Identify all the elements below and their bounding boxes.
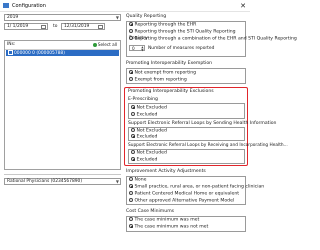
physician-select[interactable]: Rational Physicians (0234567890) ▼ xyxy=(4,178,121,185)
radio-label: Excluded xyxy=(136,157,158,163)
radio-label: Small practice, rural area, or non-patie… xyxy=(134,184,265,190)
list-item[interactable]: 000000 0 (000005788) xyxy=(6,50,119,56)
cost-case-label: Cost Case Minimums xyxy=(126,209,175,214)
radio-label: Excluded xyxy=(136,134,158,140)
e-prescribing-label: E-Prescribing xyxy=(128,97,158,102)
sending-health-info-label: Support Electronic Referral Loops by Sen… xyxy=(128,121,277,126)
radio-label: Not exempt from reporting xyxy=(134,70,197,76)
radio-dot xyxy=(131,105,135,109)
radio-eprescribing-excluded[interactable]: Excluded xyxy=(131,112,157,119)
radio-label: Patient Centered Medical Home or equival… xyxy=(134,191,240,197)
radio-label: The case minimum was met xyxy=(134,217,200,223)
radio-combination[interactable]: Reporting through a combination of the E… xyxy=(129,36,297,43)
year-value: 2019 xyxy=(7,15,19,20)
radio-dot xyxy=(131,112,135,116)
radio-dot xyxy=(129,70,133,74)
chevron-down-icon: ▼ xyxy=(115,15,119,20)
radio-label: Other approved Alternative Payment Model xyxy=(134,198,235,204)
id-list-header: INs: Select all xyxy=(5,41,120,50)
calendar-icon[interactable] xyxy=(98,25,103,29)
date-to-input[interactable]: 12/31/2019 xyxy=(61,23,105,30)
radio-label: Exempt from reporting xyxy=(134,77,187,83)
checkbox[interactable] xyxy=(8,50,13,55)
date-to-value: 12/31/2019 xyxy=(64,24,90,29)
divider xyxy=(4,174,121,175)
receiving-health-info-label: Support Electronic Referral Loops by Rec… xyxy=(128,143,288,148)
radio-improvement-apm[interactable]: Other approved Alternative Payment Model xyxy=(129,198,234,205)
quality-reporting-label: Quality Reporting xyxy=(126,14,167,19)
radio-dot xyxy=(131,128,135,132)
year-select[interactable]: 2019 ▼ xyxy=(4,14,121,21)
spinner-arrows-icon[interactable]: ▲ ▼ xyxy=(141,45,143,52)
radio-cost-met[interactable]: The case minimum was met xyxy=(129,217,199,224)
radio-exempt[interactable]: Exempt from reporting xyxy=(129,77,187,84)
pi-exemption-label: Promoting Interoperability Exemption xyxy=(126,61,213,66)
radio-receiving-excluded[interactable]: Excluded xyxy=(131,157,157,164)
radio-sending-excluded[interactable]: Excluded xyxy=(131,134,157,141)
radio-dot xyxy=(129,198,133,202)
radio-dot xyxy=(129,191,133,195)
radio-cost-not-met[interactable]: The case minimum was not met xyxy=(129,224,208,231)
radio-dot xyxy=(131,150,135,154)
radio-improvement-none[interactable]: None xyxy=(129,177,147,184)
radio-label: Not Excluded xyxy=(136,105,167,111)
radio-improvement-small-practice[interactable]: Small practice, rural area, or non-patie… xyxy=(129,184,264,191)
radio-dot xyxy=(131,134,135,138)
radio-dot xyxy=(129,29,133,33)
id-list[interactable]: INs: Select all 000000 0 (000005788) xyxy=(4,40,121,170)
radio-dot xyxy=(129,224,133,228)
window-title: Configuration xyxy=(12,3,46,9)
app-icon xyxy=(3,3,9,8)
physician-value: Rational Physicians (0234567890) xyxy=(7,179,83,184)
radio-label: Not Excluded xyxy=(136,150,167,156)
calendar-icon[interactable] xyxy=(41,25,46,29)
improvement-activity-label: Improvement Activity Adjustments xyxy=(126,169,206,174)
measures-value: 0 xyxy=(132,46,135,51)
radio-label: The case minimum was not met xyxy=(134,224,209,230)
id-list-header-label: INs: xyxy=(7,42,16,47)
radio-dot xyxy=(129,184,133,188)
date-from-value: 1/ 1/2019 xyxy=(7,24,29,29)
select-all-label: Select all xyxy=(97,42,117,47)
select-all-button[interactable]: Select all xyxy=(92,42,117,48)
pi-exclusions-label: Promoting Interoperability Exclusions xyxy=(128,89,214,94)
radio-dot xyxy=(131,157,135,161)
measures-label: Number of measures reported xyxy=(148,46,215,51)
radio-dot xyxy=(129,177,133,181)
radio-dot xyxy=(129,36,133,40)
radio-dot xyxy=(129,22,133,26)
radio-label: Not Excluded xyxy=(136,128,167,134)
to-label: to xyxy=(53,24,58,29)
radio-label: Reporting through a combination of the E… xyxy=(134,36,297,42)
chevron-down-icon: ▼ xyxy=(115,179,119,184)
radio-label: None xyxy=(134,177,147,183)
radio-ehr[interactable]: Reporting through the EHR xyxy=(129,22,196,29)
title-bar: Configuration ✕ xyxy=(0,0,250,12)
radio-eprescribing-not-excluded[interactable]: Not Excluded xyxy=(131,105,167,112)
measures-stepper[interactable]: 0 ▲ ▼ xyxy=(129,45,145,51)
list-item-label: 000000 0 (000005788) xyxy=(14,51,65,56)
radio-improvement-pcmh[interactable]: Patient Centered Medical Home or equival… xyxy=(129,191,239,198)
radio-label: Reporting through the EHR xyxy=(134,22,197,28)
radio-dot xyxy=(129,77,133,81)
radio-dot xyxy=(129,217,133,221)
date-from-input[interactable]: 1/ 1/2019 xyxy=(4,23,48,30)
close-button[interactable]: ✕ xyxy=(239,2,247,10)
radio-receiving-not-excluded[interactable]: Not Excluded xyxy=(131,150,167,157)
check-icon xyxy=(92,43,97,47)
radio-label: Excluded xyxy=(136,112,158,118)
radio-not-exempt[interactable]: Not exempt from reporting xyxy=(129,70,196,77)
